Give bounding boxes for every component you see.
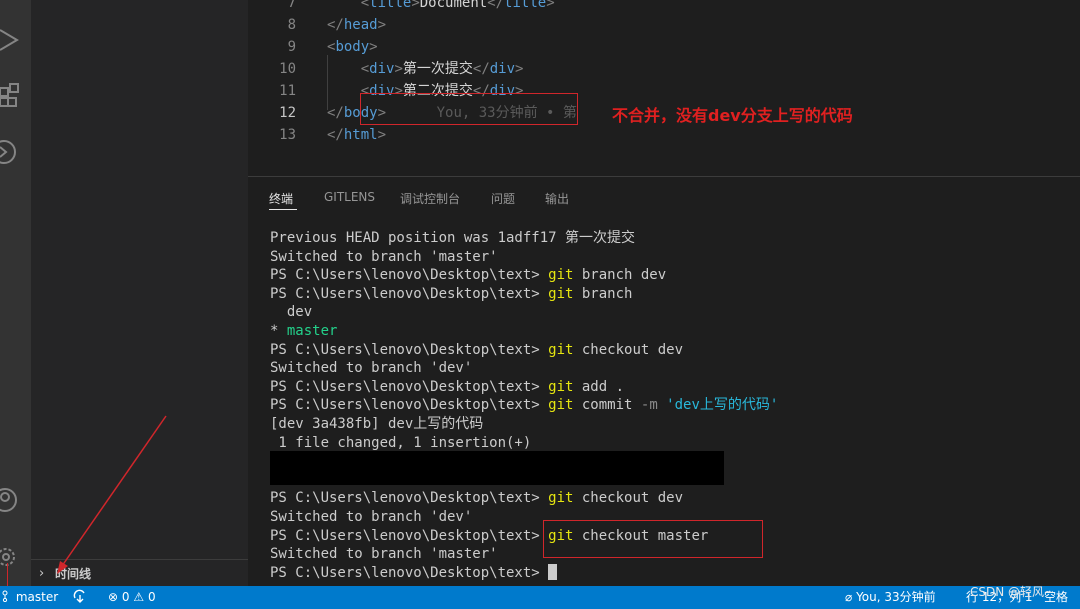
line-number: 9	[287, 39, 296, 55]
code-line: 9 <body>	[248, 36, 1080, 58]
code-editor[interactable]: 7 <title>Document</title> 8 </head> 9 <body>…	[248, 0, 1080, 176]
error-icon: ⊗	[108, 590, 119, 604]
code-text: <body>	[327, 39, 378, 55]
highlight-box	[543, 520, 763, 558]
code-text: </head>	[327, 17, 387, 33]
code-text: <div>第一次提交</div>	[360, 61, 524, 77]
highlight-box	[360, 93, 578, 125]
tab-output[interactable]: 输出	[545, 190, 569, 207]
code-line: 8 </head>	[248, 14, 1080, 36]
line-number: 7	[287, 0, 296, 11]
terminal-line: [dev 3a438fb] dev上写的代码	[270, 415, 484, 432]
line-number: 10	[279, 61, 296, 77]
terminal-line: PS C:\Users\lenovo\Desktop\text> git bra…	[270, 267, 667, 284]
panel-tabs: 终端 GITLENS 调试控制台 问题 输出	[248, 177, 1080, 221]
annotation-arrow	[57, 415, 167, 574]
code-text: </html>	[327, 127, 387, 143]
terminal-line: * master	[270, 322, 338, 339]
terminal-cursor	[548, 563, 558, 580]
active-tab-indicator	[269, 209, 297, 210]
terminal-line: PS C:\Users\lenovo\Desktop\text> git com…	[270, 397, 779, 414]
git-commit-icon: ⌀	[845, 590, 853, 604]
branch-name: master	[15, 590, 59, 604]
blame-text: You, 33分钟前	[856, 590, 936, 604]
redacted-region	[270, 451, 724, 485]
terminal-line: PS C:\Users\lenovo\Desktop\text> git che…	[270, 490, 684, 507]
terminal-line: dev	[270, 304, 313, 321]
code-text: <title>Document</title>	[360, 0, 555, 11]
error-count: 0	[121, 590, 130, 604]
terminal-line: PS C:\Users\lenovo\Desktop\text>	[270, 563, 1070, 583]
terminal-line: Switched to branch 'master'	[270, 248, 498, 265]
annotation-text: 不合并，没有dev分支上写的代码	[612, 106, 853, 125]
git-branch-icon	[2, 590, 8, 603]
tab-terminal[interactable]: 终端	[269, 190, 293, 207]
line-number: 12	[279, 105, 296, 121]
terminal-line: PS C:\Users\lenovo\Desktop\text> git add…	[270, 378, 625, 395]
line-number: 11	[279, 83, 296, 99]
sync-icon[interactable]	[72, 586, 88, 609]
watermark: CSDN @轻风~	[970, 585, 1055, 599]
warning-count: 0	[147, 590, 156, 604]
problems-status[interactable]: ⊗ 0 ⚠ 0	[108, 586, 156, 609]
code-line: 10 <div>第一次提交</div>	[248, 58, 1080, 80]
terminal-line: Switched to branch 'dev'	[270, 360, 473, 377]
tab-problems[interactable]: 问题	[491, 190, 515, 207]
terminal-line: PS C:\Users\lenovo\Desktop\text> git bra…	[270, 285, 633, 302]
blame-status[interactable]: ⌀ You, 33分钟前	[845, 586, 936, 609]
tab-gitlens[interactable]: GITLENS	[324, 190, 375, 204]
terminal-line: 1 file changed, 1 insertion(+)	[270, 434, 532, 451]
code-line: 7 <title>Document</title>	[248, 0, 1080, 14]
terminal-line: Previous HEAD position was 1adff17 第一次提交	[270, 230, 636, 246]
line-number: 8	[287, 17, 296, 33]
tab-debug-console[interactable]: 调试控制台	[400, 190, 460, 207]
line-number: 13	[279, 127, 296, 143]
git-branch-status[interactable]: master	[2, 586, 58, 609]
status-bar: master ⊗ 0 ⚠ 0 ⌀ You, 33分钟前 行 12，列 1 空格 …	[0, 585, 1080, 609]
terminal-line: PS C:\Users\lenovo\Desktop\text> git che…	[270, 341, 684, 358]
warning-icon: ⚠	[133, 590, 145, 604]
code-line: 13 </html>	[248, 124, 1080, 146]
